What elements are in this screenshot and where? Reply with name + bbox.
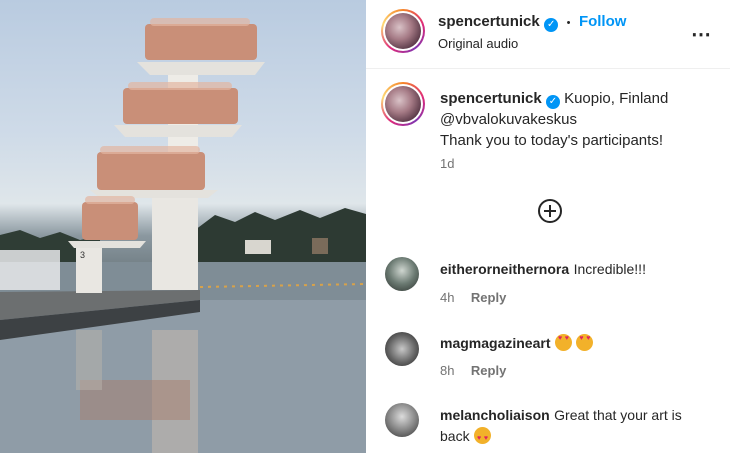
caption-text: Thank you to today's participants!: [440, 132, 663, 149]
comment-age: 4h: [440, 290, 455, 305]
caption-location[interactable]: Kuopio, Finland: [564, 90, 668, 107]
comment: melancholiaison Great that your art is b…: [440, 405, 710, 449]
post-image[interactable]: 3: [0, 0, 366, 453]
caption-age: 1d: [440, 156, 455, 171]
caption-mention[interactable]: @vbvalokuvakeskus: [440, 109, 720, 130]
comment-username[interactable]: melancholiaison: [440, 407, 550, 423]
comment-age: 8h: [440, 363, 455, 378]
comment: magmagazineart: [440, 334, 594, 353]
audio-label[interactable]: Original audio: [438, 36, 518, 51]
comment-text: Incredible!!!: [573, 261, 646, 277]
caption-avatar[interactable]: [381, 82, 425, 126]
verified-icon: ✓: [545, 95, 560, 109]
commenter-avatar[interactable]: [385, 403, 419, 437]
comment: eitherorneithernora Incredible!!!: [440, 261, 646, 279]
comment-username[interactable]: eitherorneithernora: [440, 261, 569, 277]
add-icon[interactable]: [538, 199, 562, 223]
tower-number: 3: [80, 250, 85, 260]
comment-text-continued: back: [440, 428, 470, 444]
comment-text: Great that your art is: [554, 407, 682, 423]
caption: spencertunick ✓ Kuopio, Finland @vbvalok…: [440, 88, 720, 171]
more-options-icon[interactable]: ⋯: [691, 22, 712, 47]
commenter-avatar[interactable]: [385, 332, 419, 366]
verified-icon: ✓: [544, 18, 559, 32]
caption-username[interactable]: spencertunick: [440, 90, 542, 107]
heart-eyes-emoji-icon: [474, 427, 492, 449]
post-panel: spencertunick ✓ • Follow Original audio …: [366, 0, 730, 453]
author-avatar[interactable]: [381, 9, 425, 53]
reply-button[interactable]: Reply: [471, 290, 506, 305]
post-header: spencertunick ✓ • Follow Original audio …: [366, 0, 730, 69]
separator-dot: •: [566, 17, 571, 29]
heart-eyes-emoji-icon: [554, 334, 572, 351]
follow-button[interactable]: Follow: [579, 13, 627, 30]
author-username[interactable]: spencertunick: [438, 13, 540, 30]
heart-eyes-emoji-icon: [576, 334, 594, 351]
reply-button[interactable]: Reply: [471, 363, 506, 378]
comment-username[interactable]: magmagazineart: [440, 335, 550, 351]
commenter-avatar[interactable]: [385, 257, 419, 291]
diving-tower-photo: 3: [0, 18, 366, 453]
